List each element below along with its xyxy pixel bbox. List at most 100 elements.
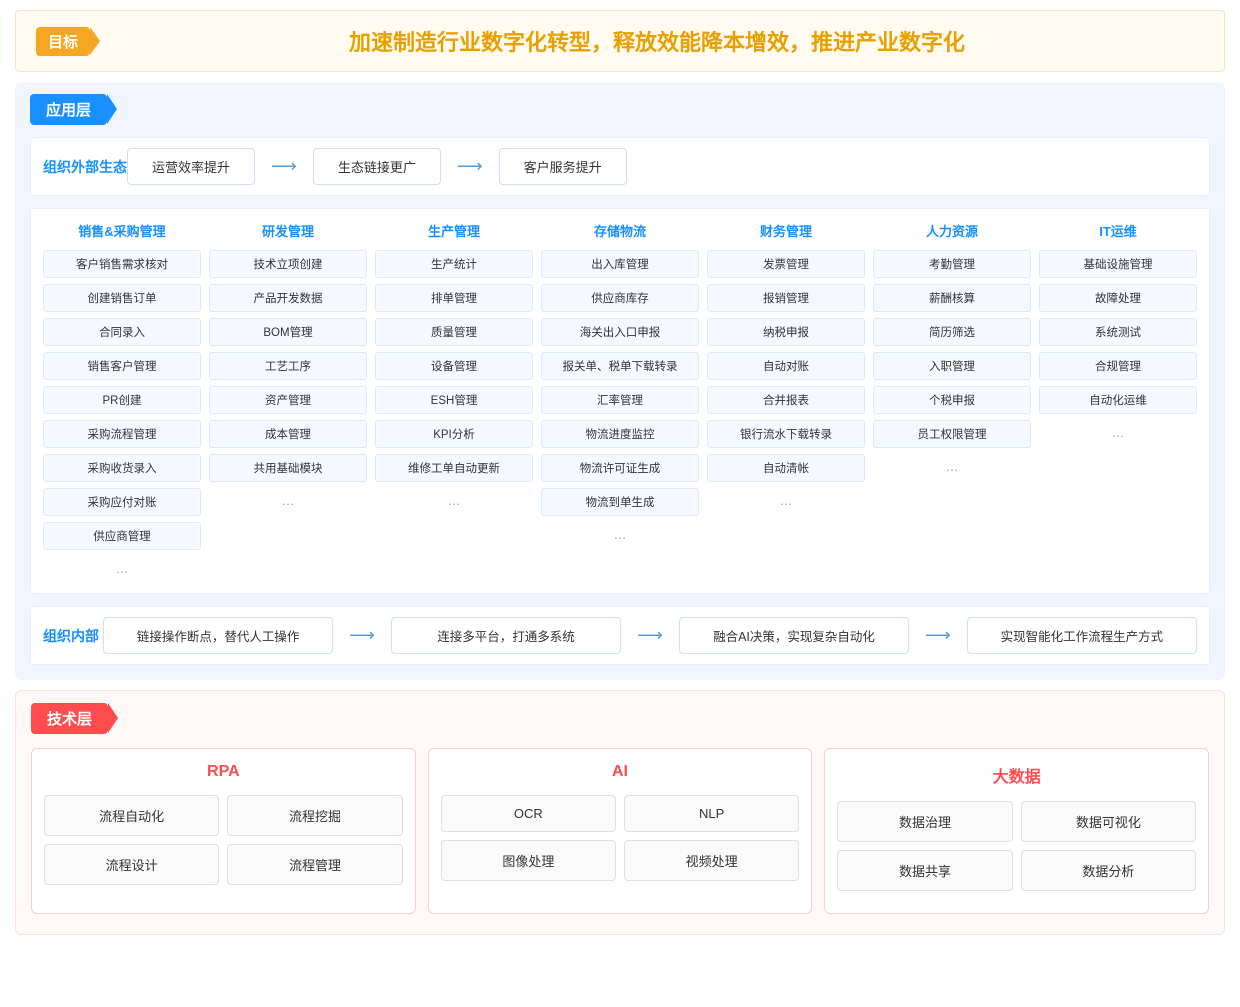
module-item: 物流进度监控 (541, 420, 699, 448)
module-item: 设备管理 (375, 352, 533, 380)
internal-org-item-1: 连接多平台，打通多系统 (391, 617, 621, 654)
goal-text: 加速制造行业数字化转型，释放效能降本增效，推进产业数字化 (110, 25, 1204, 57)
tech-item: 数据分析 (1021, 850, 1196, 891)
arrow-icon-1: ⟶ (457, 156, 483, 177)
module-item: 海关出入口申报 (541, 318, 699, 346)
module-col-sales: 销售&采购管理 客户销售需求核对 创建销售订单 合同录入 销售客户管理 PR创建… (43, 221, 201, 581)
module-col-it: IT运维 基础设施管理 故障处理 系统测试 合规管理 自动化运维 … (1039, 221, 1197, 581)
module-item: 自动清帐 (707, 454, 865, 482)
module-item-ellipsis: … (375, 488, 533, 513)
module-item: 出入库管理 (541, 250, 699, 278)
internal-org-items: 链接操作断点，替代人工操作 ⟶ 连接多平台，打通多系统 ⟶ 融合AI决策，实现复… (103, 617, 1197, 654)
module-item: 维修工单自动更新 (375, 454, 533, 482)
module-col-production: 生产管理 生产统计 排单管理 质量管理 设备管理 ESH管理 KPI分析 维修工… (375, 221, 533, 581)
module-item: 采购收货录入 (43, 454, 201, 482)
app-layer-badge: 应用层 (30, 94, 107, 125)
module-item: 采购应付对账 (43, 488, 201, 516)
module-item-ellipsis: … (43, 556, 201, 581)
module-item: 合规管理 (1039, 352, 1197, 380)
module-title-rd: 研发管理 (209, 221, 367, 244)
module-item: 个税申报 (873, 386, 1031, 414)
module-item: 共用基础模块 (209, 454, 367, 482)
module-item: BOM管理 (209, 318, 367, 346)
module-item: 银行流水下载转录 (707, 420, 865, 448)
arrow-icon-0: ⟶ (271, 156, 297, 177)
module-item: 技术立项创建 (209, 250, 367, 278)
module-item: 简历筛选 (873, 318, 1031, 346)
module-col-hr: 人力资源 考勤管理 薪酬核算 简历筛选 入职管理 个税申报 员工权限管理 … (873, 221, 1031, 581)
module-item: 系统测试 (1039, 318, 1197, 346)
module-title-it: IT运维 (1039, 221, 1197, 244)
module-item: 成本管理 (209, 420, 367, 448)
goal-badge: 目标 (36, 27, 90, 56)
module-item: 汇率管理 (541, 386, 699, 414)
module-item: 自动对账 (707, 352, 865, 380)
tech-items-row: 流程设计 流程管理 (44, 844, 403, 885)
internal-org-item-0: 链接操作断点，替代人工操作 (103, 617, 333, 654)
module-item: 客户销售需求核对 (43, 250, 201, 278)
module-item: 自动化运维 (1039, 386, 1197, 414)
module-item-ellipsis: … (541, 522, 699, 547)
module-item-ellipsis: … (1039, 420, 1197, 445)
module-item: 物流许可证生成 (541, 454, 699, 482)
module-item: 报关单、税单下载转录 (541, 352, 699, 380)
module-item: 销售客户管理 (43, 352, 201, 380)
tech-item: 数据共享 (837, 850, 1012, 891)
tech-item: OCR (441, 795, 616, 832)
module-title-logistics: 存储物流 (541, 221, 699, 244)
module-title-finance: 财务管理 (707, 221, 865, 244)
module-item: 采购流程管理 (43, 420, 201, 448)
internal-org-item-3: 实现智能化工作流程生产方式 (967, 617, 1197, 654)
external-org-item-0: 运营效率提升 (127, 148, 255, 185)
tech-item: 流程管理 (227, 844, 402, 885)
modules-grid: 销售&采购管理 客户销售需求核对 创建销售订单 合同录入 销售客户管理 PR创建… (30, 208, 1210, 594)
tech-items-row: 数据共享 数据分析 (837, 850, 1196, 891)
module-item: 工艺工序 (209, 352, 367, 380)
module-item: KPI分析 (375, 420, 533, 448)
internal-org-row: 组织内部 链接操作断点，替代人工操作 ⟶ 连接多平台，打通多系统 ⟶ 融合AI决… (30, 606, 1210, 665)
tech-items-row: 流程自动化 流程挖掘 (44, 795, 403, 836)
module-item-ellipsis: … (209, 488, 367, 513)
tech-item: 流程自动化 (44, 795, 219, 836)
module-item: 合并报表 (707, 386, 865, 414)
tech-grid: RPA 流程自动化 流程挖掘 流程设计 流程管理 AI OCR NLP 图像处理… (31, 748, 1209, 914)
module-item: 入职管理 (873, 352, 1031, 380)
module-item: 考勤管理 (873, 250, 1031, 278)
module-item: ESH管理 (375, 386, 533, 414)
internal-org-item-2: 融合AI决策，实现复杂自动化 (679, 617, 909, 654)
external-org-label: 组织外部生态 (43, 157, 127, 177)
tech-item: NLP (624, 795, 799, 832)
tech-items-row: 图像处理 视频处理 (441, 840, 800, 881)
internal-arrow-2: ⟶ (925, 625, 951, 646)
module-item: 员工权限管理 (873, 420, 1031, 448)
module-item: 基础设施管理 (1039, 250, 1197, 278)
tech-layer-header: 技术层 (31, 703, 1209, 734)
module-item: 质量管理 (375, 318, 533, 346)
internal-arrow-0: ⟶ (349, 625, 375, 646)
app-layer: 应用层 组织外部生态 运营效率提升 ⟶ 生态链接更广 ⟶ 客户服务提升 销售&采… (15, 82, 1225, 680)
tech-item: 流程挖掘 (227, 795, 402, 836)
module-item: 故障处理 (1039, 284, 1197, 312)
module-col-logistics: 存储物流 出入库管理 供应商库存 海关出入口申报 报关单、税单下载转录 汇率管理… (541, 221, 699, 581)
module-title-sales: 销售&采购管理 (43, 221, 201, 244)
tech-title-bigdata: 大数据 (837, 763, 1196, 787)
internal-org-label: 组织内部 (43, 626, 103, 646)
app-layer-header: 应用层 (30, 94, 1210, 125)
module-item: 创建销售订单 (43, 284, 201, 312)
tech-col-rpa: RPA 流程自动化 流程挖掘 流程设计 流程管理 (31, 748, 416, 914)
module-item: 纳税申报 (707, 318, 865, 346)
module-col-rd: 研发管理 技术立项创建 产品开发数据 BOM管理 工艺工序 资产管理 成本管理 … (209, 221, 367, 581)
external-org-item-1: 生态链接更广 (313, 148, 441, 185)
external-org-row: 组织外部生态 运营效率提升 ⟶ 生态链接更广 ⟶ 客户服务提升 (30, 137, 1210, 196)
module-item: 报销管理 (707, 284, 865, 312)
module-title-hr: 人力资源 (873, 221, 1031, 244)
internal-arrow-1: ⟶ (637, 625, 663, 646)
module-item: 资产管理 (209, 386, 367, 414)
module-item: 生产统计 (375, 250, 533, 278)
tech-item: 视频处理 (624, 840, 799, 881)
module-col-finance: 财务管理 发票管理 报销管理 纳税申报 自动对账 合并报表 银行流水下载转录 自… (707, 221, 865, 581)
tech-items-row: 数据治理 数据可视化 (837, 801, 1196, 842)
tech-item: 图像处理 (441, 840, 616, 881)
module-item: 产品开发数据 (209, 284, 367, 312)
external-org-items: 运营效率提升 ⟶ 生态链接更广 ⟶ 客户服务提升 (127, 148, 1197, 185)
